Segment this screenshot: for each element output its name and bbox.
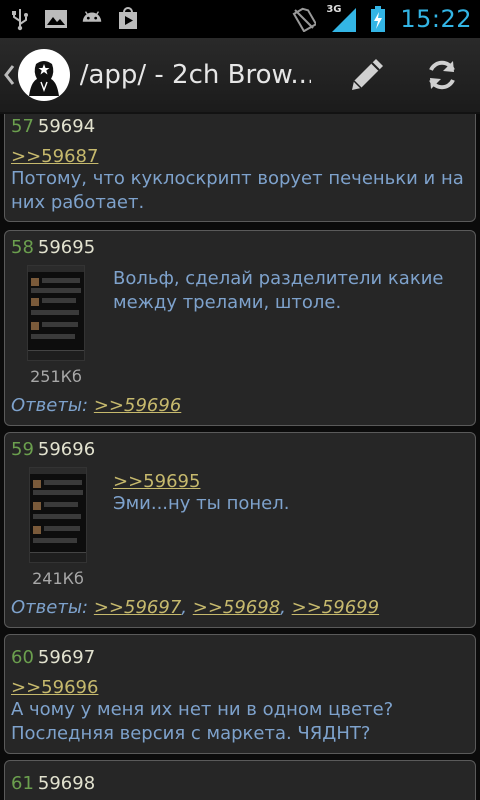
post-header: 58 59695 [11,237,469,259]
usb-icon [8,7,32,31]
post-card[interactable]: 61 59698 [4,760,476,800]
post-card[interactable]: 58 59695 251Кб Вольф, сделай разделители … [4,230,476,426]
answer-link[interactable]: >>59698 [193,597,280,618]
post-id: 59698 [37,773,96,794]
post-text-line: Эми...ну ты понел. [113,493,290,514]
image-icon [44,7,68,31]
post-id: 59696 [37,439,96,460]
answers-row: Ответы: >>59696 [11,395,181,416]
pen-icon[interactable] [329,37,405,113]
action-bar: /app/ - 2ch Brow... [0,38,480,114]
attachment-thumbnail[interactable] [29,467,87,563]
answers-label: Ответы: [11,395,89,416]
post-text-line: Последняя версия с маркета. ЧЯДНТ? [11,723,371,744]
battery-charging-icon [366,6,390,32]
post-number: 57 [11,116,34,137]
post-number: 61 [11,773,34,794]
answer-link[interactable]: >>59696 [94,395,181,416]
android-icon [80,7,104,31]
up-chevron-icon[interactable] [0,37,18,113]
answers-row: Ответы: >>59697, >>59698, >>59699 [11,597,380,618]
attachment[interactable]: 251Кб [23,265,89,386]
signal-icon: 3G [326,4,357,32]
post-card[interactable]: 60 59697 >>59696 А чому у меня их нет ни … [4,634,476,754]
reply-link[interactable]: >>59696 [11,677,98,698]
reply-link-row: >>59696 [11,677,469,698]
post-header: 59 59696 [11,439,469,461]
post-text-line: Потому, что куклоскрипт ворует печеньки … [11,168,464,189]
post-text: Вольф, сделай разделители какие между тр… [113,267,443,315]
page-title[interactable]: /app/ - 2ch Brow... [80,60,311,90]
post-id: 59697 [37,647,96,668]
post-text-line: А чому у меня их нет ни в одном цвете? [11,699,394,720]
attachment[interactable]: 241Кб [25,467,91,588]
reply-link[interactable]: >>59695 [113,471,200,492]
post-number: 58 [11,237,34,258]
status-bar: 3G 15:22 [0,0,480,38]
post-text-line: между трелами, штоле. [113,292,342,313]
post-header: 57 59694 [11,116,469,138]
post-id: 59695 [37,237,96,258]
post-text: Потому, что куклоскрипт ворует печеньки … [11,167,469,215]
answer-link[interactable]: >>59699 [292,597,379,618]
post-body: >>59695 Эми...ну ты понел. [113,471,289,516]
answers-label: Ответы: [11,597,89,618]
post-text: Эми...ну ты понел. [113,492,289,516]
post-id: 59694 [37,116,96,137]
no-sim-icon [292,7,317,32]
post-text-line: Вольф, сделай разделители какие [113,268,444,289]
attachment-size: 241Кб [32,569,84,588]
post-number: 60 [11,647,34,668]
attachment-size: 251Кб [30,367,82,386]
post-text-line: них работает. [11,192,145,213]
post-list[interactable]: 57 59694 >>59687 Потому, что куклоскрипт … [0,114,480,800]
reply-link-row: >>59687 [11,146,469,167]
post-card[interactable]: 59 59696 241Кб >>59695 Эми...ну ты понел.… [4,432,476,628]
anonymous-logo-icon[interactable] [17,49,70,101]
post-header: 60 59697 [11,647,469,669]
refresh-icon[interactable] [404,37,480,113]
status-clock: 15:22 [400,5,472,33]
post-card[interactable]: 57 59694 >>59687 Потому, что куклоскрипт … [4,114,476,222]
answer-link[interactable]: >>59697 [94,597,181,618]
post-header: 61 59698 [11,773,469,795]
attachment-thumbnail[interactable] [27,265,85,361]
reply-link[interactable]: >>59687 [11,146,98,167]
post-number: 59 [11,439,34,460]
post-text: А чому у меня их нет ни в одном цвете? П… [11,698,469,746]
play-store-icon [116,7,140,31]
